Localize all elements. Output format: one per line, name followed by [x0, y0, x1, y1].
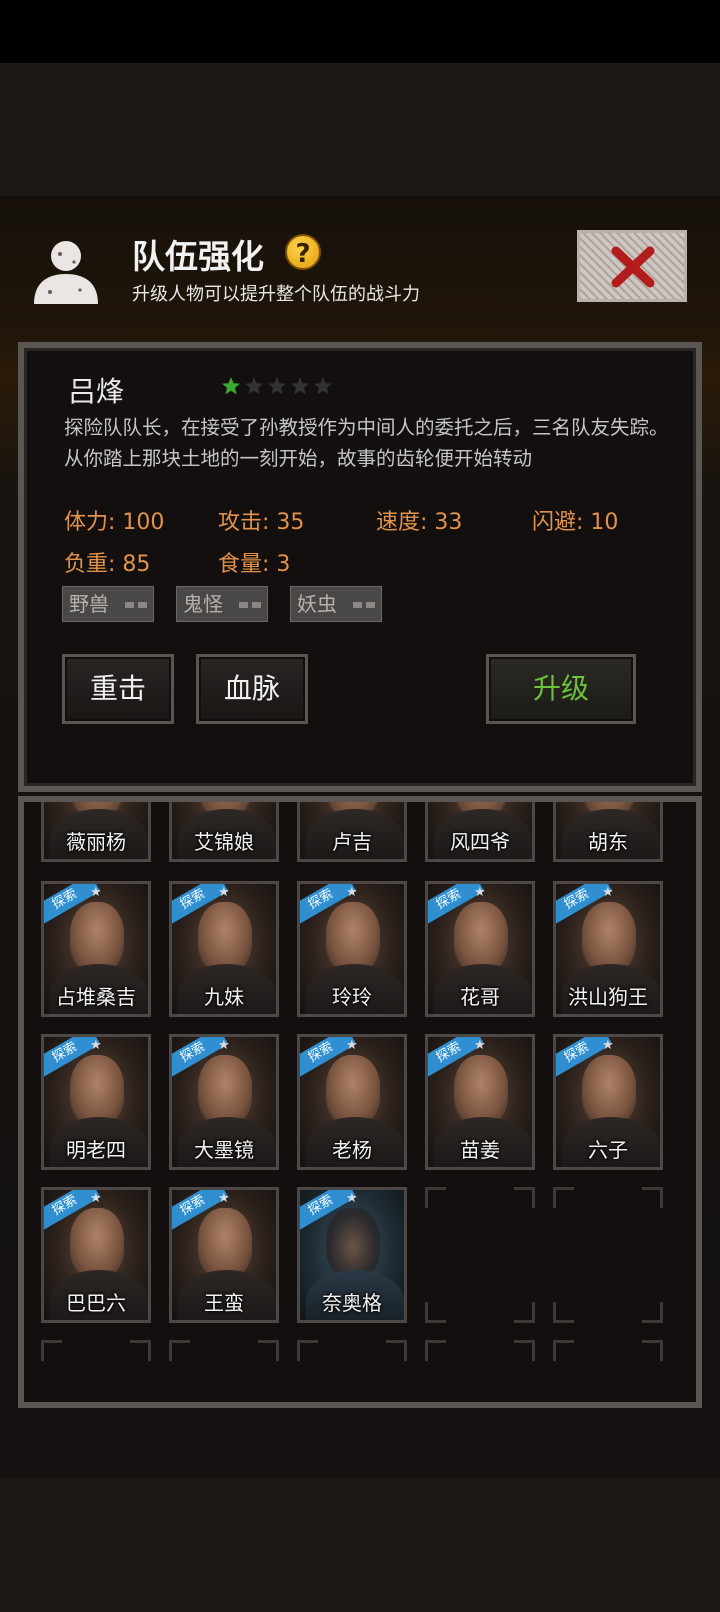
stat-stamina: 体力: 100	[64, 510, 165, 535]
roster-grid: 薇丽杨 艾锦娘 卢吉 风四爷 胡东 探索 ★ 占堆桑吉 探索 ★ 九妹 探索 ★ 玲玲 探索…	[18, 796, 702, 1408]
star-icon: ★	[602, 1038, 614, 1053]
star-icon: ★	[90, 885, 102, 900]
card-name: 老杨	[332, 1138, 372, 1162]
stat-food: 食量: 3	[218, 552, 291, 577]
star-rating	[221, 376, 333, 396]
star-icon: ★	[90, 1191, 102, 1206]
character-card[interactable]: 探索 ★ 花哥	[425, 881, 535, 1017]
character-card[interactable]: 艾锦娘	[169, 802, 279, 862]
character-card[interactable]: 探索 ★ 洪山狗王	[553, 881, 663, 1017]
card-name: 六子	[588, 1138, 628, 1162]
card-name: 胡东	[588, 830, 628, 854]
star-icon: ★	[218, 1191, 230, 1206]
skill-heavy-strike-button[interactable]: 重击	[62, 654, 174, 724]
character-card[interactable]: 探索 ★ 王蛮	[169, 1187, 279, 1323]
character-card[interactable]: 探索 ★ 苗姜	[425, 1034, 535, 1170]
card-name: 卢吉	[332, 830, 372, 854]
card-name: 洪山狗王	[568, 985, 648, 1009]
character-card[interactable]: 探索 ★ 玲玲	[297, 881, 407, 1017]
card-name: 玲玲	[332, 985, 372, 1009]
character-description: 探险队队长，在接受了孙教授作为中间人的委托之后，三名队友失踪。从你踏上那块土地的…	[64, 416, 669, 470]
help-icon[interactable]: ?	[285, 234, 321, 270]
empty-slot	[169, 1340, 279, 1402]
star-icon: ★	[346, 1038, 358, 1053]
empty-slot	[41, 1340, 151, 1402]
star-icon: ★	[474, 1038, 486, 1053]
character-info-box: 吕烽 探险队队长，在接受了孙教授作为中间人的委托之后，三名队友失踪。从你踏上那块…	[18, 342, 702, 792]
empty-slot	[297, 1340, 407, 1402]
empty-slot	[553, 1187, 663, 1323]
character-card[interactable]: 探索 ★ 大墨镜	[169, 1034, 279, 1170]
character-card[interactable]: 探索 ★ 明老四	[41, 1034, 151, 1170]
close-icon	[611, 246, 655, 288]
character-card[interactable]: 探索 ★ 奈奥格	[297, 1187, 407, 1323]
card-name: 九妹	[204, 985, 244, 1009]
star-icon: ★	[346, 1191, 358, 1206]
empty-slot	[553, 1340, 663, 1402]
card-name: 艾锦娘	[194, 830, 254, 854]
tag-label: 妖虫	[297, 592, 337, 616]
tag-beast: 野兽	[62, 586, 154, 622]
card-name: 占堆桑吉	[56, 985, 136, 1009]
upgrade-button[interactable]: 升级	[486, 654, 636, 724]
card-name: 巴巴六	[66, 1291, 126, 1315]
star-icon: ★	[346, 885, 358, 900]
card-name: 风四爷	[450, 830, 510, 854]
tag-insect: 妖虫	[290, 586, 382, 622]
character-card[interactable]: 探索 ★ 占堆桑吉	[41, 881, 151, 1017]
star-icon	[268, 377, 286, 395]
star-icon: ★	[218, 1038, 230, 1053]
character-card[interactable]: 探索 ★ 六子	[553, 1034, 663, 1170]
star-icon	[291, 377, 309, 395]
star-icon: ★	[218, 885, 230, 900]
star-icon: ★	[602, 885, 614, 900]
star-icon	[245, 377, 263, 395]
card-name: 王蛮	[204, 1291, 244, 1315]
stat-dodge: 闪避: 10	[532, 510, 619, 535]
tag-ghost: 鬼怪	[176, 586, 268, 622]
card-name: 苗姜	[460, 1138, 500, 1162]
star-icon	[314, 377, 332, 395]
star-icon	[222, 377, 240, 395]
stat-speed: 速度: 33	[376, 510, 463, 535]
character-card[interactable]: 卢吉	[297, 802, 407, 862]
empty-slot	[425, 1340, 535, 1402]
card-name: 花哥	[460, 985, 500, 1009]
star-icon: ★	[90, 1038, 102, 1053]
stat-load: 负重: 85	[64, 552, 151, 577]
character-card[interactable]: 薇丽杨	[41, 802, 151, 862]
status-bar	[0, 0, 720, 63]
character-name: 吕烽	[68, 375, 125, 408]
card-name: 薇丽杨	[66, 830, 126, 854]
character-card[interactable]: 探索 ★ 巴巴六	[41, 1187, 151, 1323]
card-name: 奈奥格	[322, 1291, 382, 1315]
character-card[interactable]: 探索 ★ 九妹	[169, 881, 279, 1017]
character-card[interactable]: 风四爷	[425, 802, 535, 862]
star-icon: ★	[474, 885, 486, 900]
close-button[interactable]	[577, 230, 687, 302]
person-silhouette-icon	[34, 241, 98, 304]
character-card[interactable]: 胡东	[553, 802, 663, 862]
empty-slot	[425, 1187, 535, 1323]
tag-label: 鬼怪	[183, 592, 223, 616]
tag-label: 野兽	[69, 592, 109, 616]
stat-attack: 攻击: 35	[218, 510, 305, 535]
card-name: 大墨镜	[194, 1138, 254, 1162]
card-name: 明老四	[66, 1138, 126, 1162]
team-upgrade-panel: 队伍强化 ? 升级人物可以提升整个队伍的战斗力 吕烽 探险队队长，在接受了孙教授…	[0, 196, 720, 1478]
page-title: 队伍强化	[132, 237, 264, 276]
page-subtitle: 升级人物可以提升整个队伍的战斗力	[132, 284, 420, 305]
skill-bloodline-button[interactable]: 血脉	[196, 654, 308, 724]
character-card[interactable]: 探索 ★ 老杨	[297, 1034, 407, 1170]
